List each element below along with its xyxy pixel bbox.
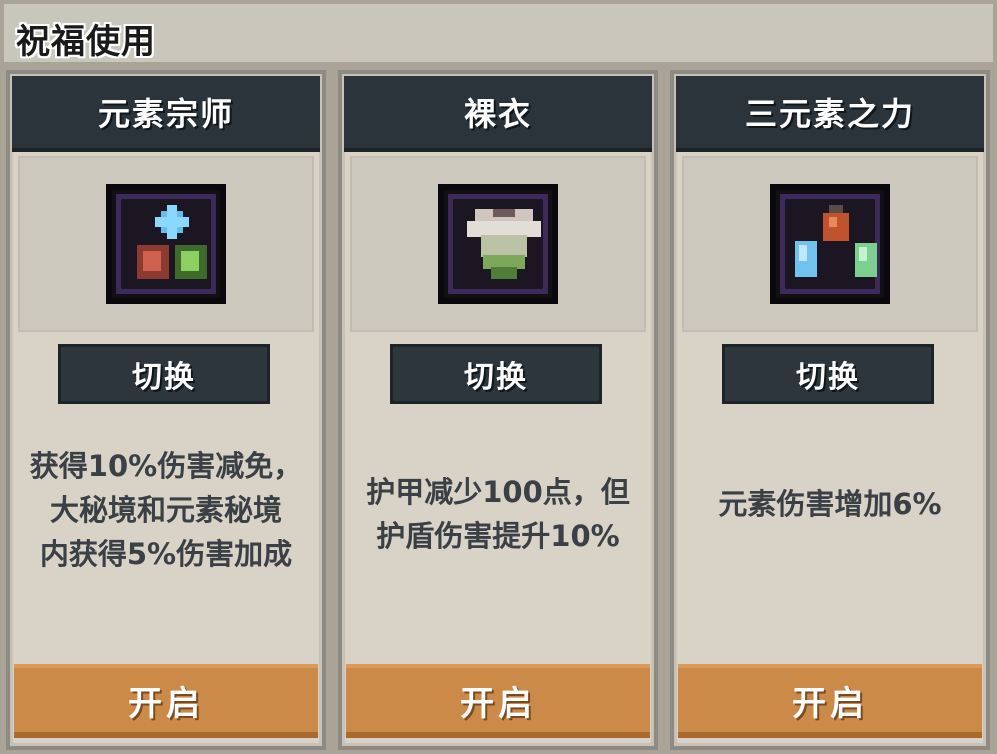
open-label: 开启 [792,683,868,724]
title-bar: 祝福使用 [4,4,993,62]
card-title: 三元素之力 [744,95,915,133]
card-header: 裸衣 [344,76,652,152]
card-header: 元素宗师 [12,76,320,152]
blessing-card-bare-armor: 裸衣 切换 护甲减少100点，但 护盾伤害提升10% 开启 [338,70,658,750]
swap-label: 切换 [464,360,528,395]
card-title: 元素宗师 [97,95,234,133]
bare-armor-icon [438,184,558,304]
card-description: 元素伤害增加6% [718,487,942,521]
icon-box [350,156,646,332]
blessing-card-elemental-master: 元素宗师 切换 获得10%伤害减免， 大秘境和元素秘境 内获得5%伤害加成 开启 [6,70,326,750]
blessing-card-three-elements: 三元素之力 切换 元素伤害增加6% 开启 [670,70,990,750]
swap-button[interactable]: 切换 [390,344,602,404]
open-label: 开启 [460,683,536,724]
open-label: 开启 [128,683,204,724]
card-description: 获得10%伤害减免， 大秘境和元素秘境 内获得5%伤害加成 [29,449,303,571]
elemental-master-icon [106,184,226,304]
icon-box [18,156,314,332]
open-button[interactable]: 开启 [346,664,650,738]
open-button[interactable]: 开启 [678,664,982,738]
open-button[interactable]: 开启 [14,664,318,738]
icon-box [682,156,978,332]
swap-label: 切换 [796,360,860,395]
card-title: 裸衣 [463,95,532,133]
swap-button[interactable]: 切换 [58,344,270,404]
window-title: 祝福使用 [16,22,156,62]
card-header: 三元素之力 [676,76,984,152]
card-description: 护甲减少100点，但 护盾伤害提升10% [366,475,630,553]
swap-label: 切换 [132,360,196,395]
swap-button[interactable]: 切换 [722,344,934,404]
three-elements-power-icon [770,184,890,304]
